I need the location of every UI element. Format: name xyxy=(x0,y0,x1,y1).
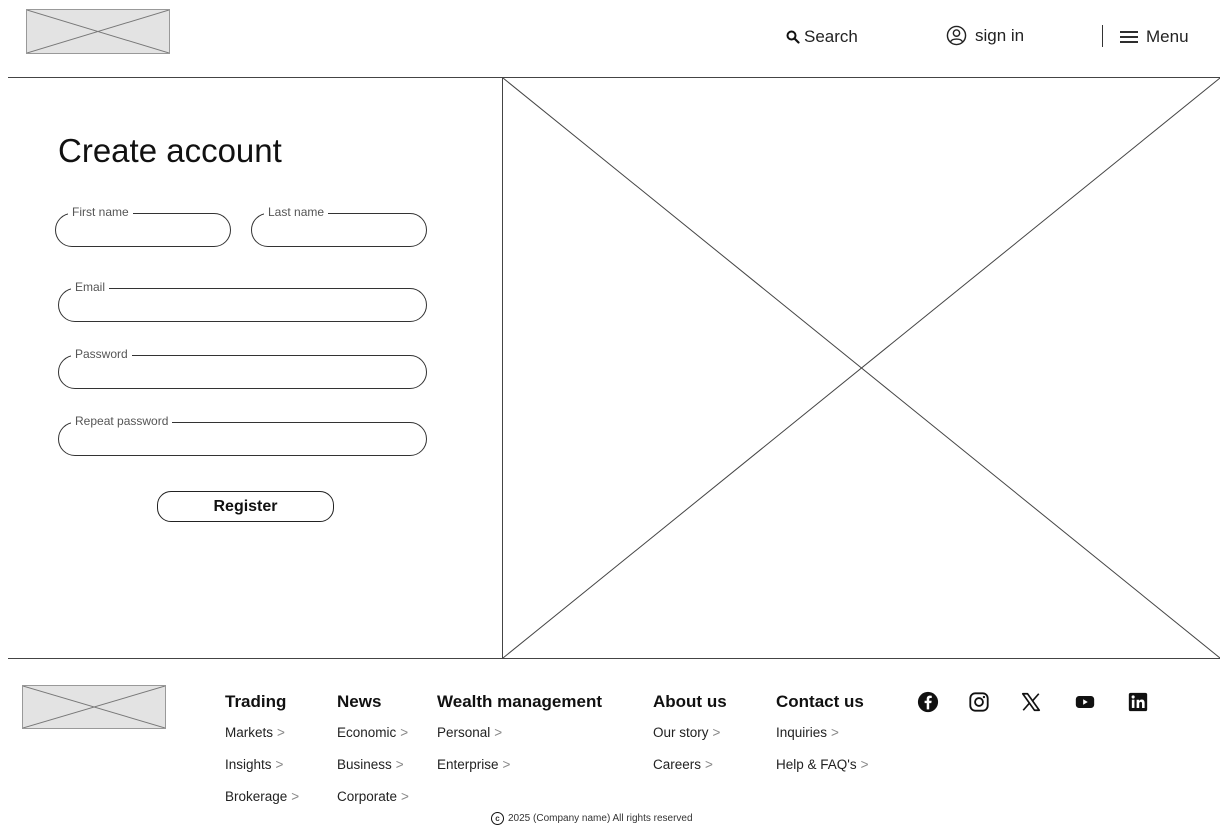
sign-in-label: sign in xyxy=(975,25,1025,45)
facebook-icon[interactable] xyxy=(917,691,939,713)
repeat-password-label: Repeat password xyxy=(71,414,173,428)
chevron-right-icon: > xyxy=(831,725,839,740)
header-logo-placeholder[interactable] xyxy=(26,9,170,54)
email-field[interactable]: Email xyxy=(58,280,427,322)
footer-title-contact-us: Contact us xyxy=(776,692,864,711)
footer-title-about-us: About us xyxy=(653,692,727,711)
placeholder-cross xyxy=(23,686,165,728)
user-icon xyxy=(946,25,967,46)
instagram-icon[interactable] xyxy=(968,691,990,713)
chevron-right-icon: > xyxy=(291,789,300,804)
x-icon[interactable] xyxy=(1020,691,1042,713)
footer-top-border xyxy=(8,658,1220,659)
page-title: Create account xyxy=(58,132,282,169)
footer-link-corporate[interactable]: Corporate > xyxy=(337,789,409,804)
placeholder-cross xyxy=(27,10,169,53)
search-icon xyxy=(786,30,800,44)
email-input[interactable] xyxy=(59,289,426,321)
menu-button[interactable]: Menu xyxy=(1120,27,1189,47)
copyright-icon: c xyxy=(491,812,504,825)
first-name-label: First name xyxy=(68,205,133,219)
password-field[interactable]: Password xyxy=(58,347,427,389)
chevron-right-icon: > xyxy=(277,725,285,740)
footer-title-trading: Trading xyxy=(225,692,287,711)
copyright: c 2025 (Company name) All rights reserve… xyxy=(491,812,693,825)
footer-link-insights[interactable]: Insights > xyxy=(225,757,283,772)
copyright-text: 2025 (Company name) All rights reserved xyxy=(508,813,693,824)
header-divider xyxy=(1102,25,1103,47)
chevron-right-icon: > xyxy=(494,725,503,740)
footer-logo-placeholder[interactable] xyxy=(22,685,166,729)
chevron-right-icon: > xyxy=(712,725,721,740)
footer-link-personal[interactable]: Personal > xyxy=(437,725,502,740)
email-label: Email xyxy=(71,280,110,294)
sign-in-link[interactable]: sign in xyxy=(946,25,1024,46)
footer-link-help-faq[interactable]: Help & FAQ's > xyxy=(776,757,869,772)
repeat-password-field[interactable]: Repeat password xyxy=(58,414,427,456)
chevron-right-icon: > xyxy=(860,757,869,772)
last-name-field[interactable]: Last name xyxy=(251,205,427,247)
footer-link-enterprise[interactable]: Enterprise > xyxy=(437,757,510,772)
last-name-label: Last name xyxy=(264,205,329,219)
first-name-field[interactable]: First name xyxy=(55,205,231,247)
footer-title-news: News xyxy=(337,692,382,711)
footer-link-our-story[interactable]: Our story > xyxy=(653,725,720,740)
footer-link-brokerage[interactable]: Brokerage > xyxy=(225,789,299,804)
footer-title-wealth-management: Wealth management xyxy=(437,692,603,711)
password-label: Password xyxy=(71,347,132,361)
chevron-right-icon: > xyxy=(400,725,409,740)
chevron-right-icon: > xyxy=(705,757,713,772)
search-link[interactable]: Search xyxy=(786,27,858,47)
hamburger-icon xyxy=(1120,31,1138,43)
chevron-right-icon: > xyxy=(275,757,284,772)
hero-image-placeholder xyxy=(503,78,1220,658)
chevron-right-icon: > xyxy=(395,757,404,772)
chevron-right-icon: > xyxy=(502,757,511,772)
youtube-icon[interactable] xyxy=(1074,691,1096,713)
menu-label: Menu xyxy=(1146,27,1189,46)
footer-link-inquiries[interactable]: Inquiries > xyxy=(776,725,839,740)
register-button[interactable]: Register xyxy=(157,491,334,522)
linkedin-icon[interactable] xyxy=(1127,691,1149,713)
chevron-right-icon: > xyxy=(401,789,409,804)
footer-link-markets[interactable]: Markets > xyxy=(225,725,285,740)
footer-link-economic[interactable]: Economic > xyxy=(337,725,408,740)
search-label: Search xyxy=(804,27,858,46)
footer-link-careers[interactable]: Careers > xyxy=(653,757,713,772)
footer-link-business[interactable]: Business > xyxy=(337,757,404,772)
